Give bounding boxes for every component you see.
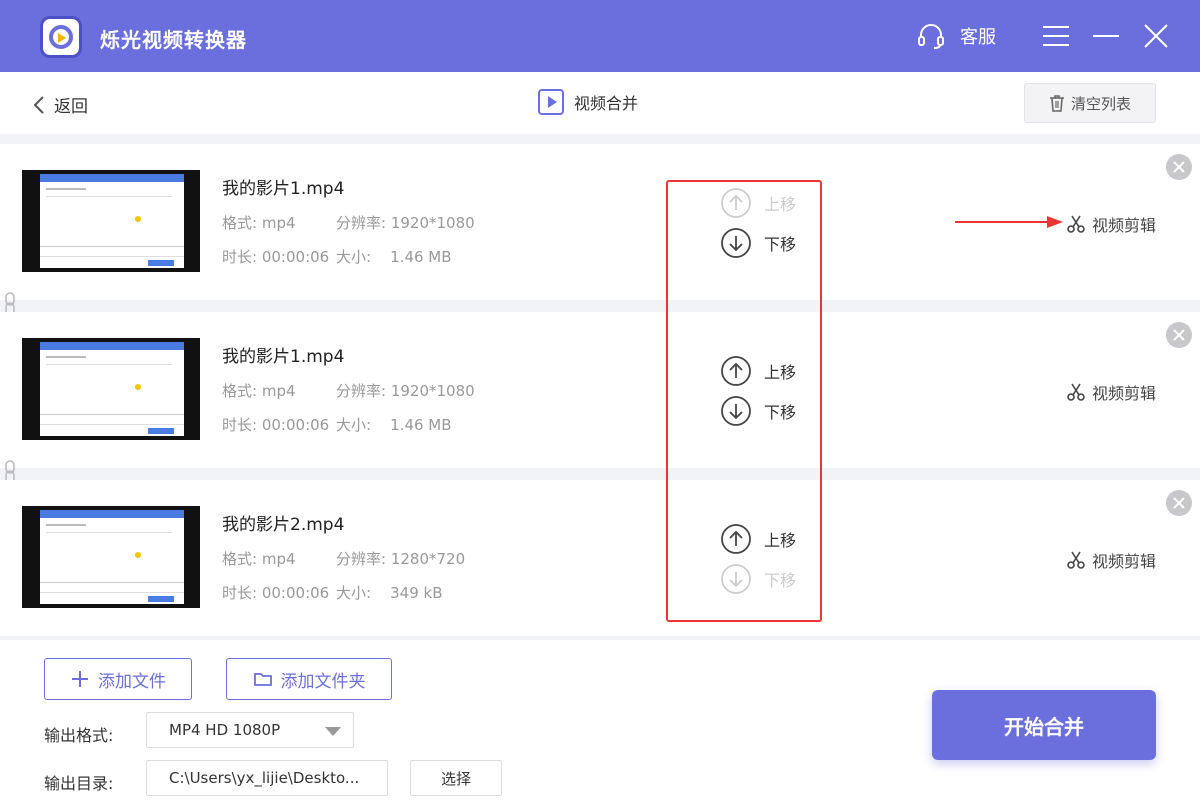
scissors-icon [1067, 383, 1085, 401]
duration-info: 时长: 00:00:06 [222, 248, 330, 266]
file-name: 我的影片2.mp4 [222, 515, 345, 535]
menu-icon [1043, 26, 1069, 46]
page-title: 视频合并 [538, 89, 638, 115]
app-logo-icon [40, 16, 82, 58]
move-down-button[interactable]: 下移 [720, 227, 796, 259]
video-edit-button[interactable]: 视频剪辑 [1066, 380, 1156, 404]
remove-video-button[interactable] [1166, 322, 1192, 348]
output-dir-field[interactable]: C:\Users\yx_lijie\Deskto... [146, 760, 388, 796]
video-row: 我的影片2.mp4 格式: mp4 分辨率: 1280*720 时长: 00:0… [0, 480, 1200, 636]
duration-info: 时长: 00:00:06 [222, 584, 330, 602]
minimize-button[interactable] [1090, 20, 1122, 52]
arrow-up-circle-icon [721, 524, 751, 554]
video-merge-icon [538, 89, 564, 115]
move-up-button[interactable]: 上移 [720, 187, 796, 219]
minimize-icon [1093, 35, 1119, 37]
move-up-button[interactable]: 上移 [720, 523, 796, 555]
close-icon [1173, 497, 1185, 509]
annotation-arrow-icon [955, 216, 1063, 228]
move-down-button[interactable]: 下移 [720, 563, 796, 595]
support-button[interactable]: 客服 [916, 22, 996, 50]
clear-list-button[interactable]: 清空列表 [1024, 83, 1156, 123]
video-row: 我的影片1.mp4 格式: mp4 分辨率: 1920*1080 时长: 00:… [0, 312, 1200, 468]
size-info: 大小: 349 kB [336, 584, 443, 602]
close-icon [1144, 24, 1168, 48]
video-edit-button[interactable]: 视频剪辑 [1066, 212, 1156, 236]
page-title-label: 视频合并 [574, 94, 639, 113]
plus-icon [72, 671, 88, 687]
format-info: 格式: mp4 [222, 550, 296, 568]
video-thumbnail [22, 170, 200, 272]
bottom-panel: 添加文件 添加文件夹 输出格式: MP4 HD 1080P 输出目录: C:\U… [0, 640, 1200, 807]
resolution-info: 分辨率: 1920*1080 [336, 382, 475, 400]
folder-icon [253, 673, 272, 686]
format-info: 格式: mp4 [222, 382, 296, 400]
close-button[interactable] [1140, 20, 1172, 52]
add-file-button[interactable]: 添加文件 [44, 658, 192, 700]
file-name: 我的影片1.mp4 [222, 347, 345, 367]
support-label: 客服 [960, 27, 996, 48]
chevron-left-icon [33, 95, 44, 114]
arrow-up-circle-icon [721, 188, 751, 218]
back-label: 返回 [54, 97, 88, 117]
arrow-down-circle-icon [721, 228, 751, 258]
scissors-icon [1067, 215, 1085, 233]
remove-video-button[interactable] [1166, 154, 1192, 180]
title-bar: 烁光视频转换器 客服 [0, 0, 1200, 72]
file-name: 我的影片1.mp4 [222, 179, 345, 199]
app-title: 烁光视频转换器 [100, 28, 247, 52]
move-down-button[interactable]: 下移 [720, 395, 796, 427]
start-merge-button[interactable]: 开始合并 [932, 690, 1156, 760]
output-format-label: 输出格式: [44, 726, 114, 745]
arrow-down-circle-icon [721, 564, 751, 594]
trash-icon [1049, 95, 1064, 112]
menu-button[interactable] [1040, 20, 1072, 52]
nav-bar: 返回 视频合并 清空列表 [0, 72, 1200, 134]
output-format-select[interactable]: MP4 HD 1080P [146, 712, 354, 748]
scissors-icon [1067, 551, 1085, 569]
add-folder-button[interactable]: 添加文件夹 [226, 658, 392, 700]
close-icon [1173, 329, 1185, 341]
arrow-down-circle-icon [721, 396, 751, 426]
arrow-up-circle-icon [721, 356, 751, 386]
format-info: 格式: mp4 [222, 214, 296, 232]
resolution-info: 分辨率: 1920*1080 [336, 214, 475, 232]
remove-video-button[interactable] [1166, 490, 1192, 516]
clear-list-label: 清空列表 [1070, 94, 1131, 113]
caret-down-icon [325, 727, 341, 736]
move-up-button[interactable]: 上移 [720, 355, 796, 387]
size-info: 大小: 1.46 MB [336, 248, 452, 266]
resolution-info: 分辨率: 1280*720 [336, 550, 466, 568]
video-thumbnail [22, 506, 200, 608]
size-info: 大小: 1.46 MB [336, 416, 452, 434]
headset-icon [918, 24, 944, 49]
video-edit-button[interactable]: 视频剪辑 [1066, 548, 1156, 572]
close-icon [1173, 161, 1185, 173]
duration-info: 时长: 00:00:06 [222, 416, 330, 434]
video-thumbnail [22, 338, 200, 440]
output-dir-label: 输出目录: [44, 774, 114, 793]
choose-dir-button[interactable]: 选择 [410, 760, 502, 796]
back-button[interactable]: 返回 [32, 92, 88, 117]
